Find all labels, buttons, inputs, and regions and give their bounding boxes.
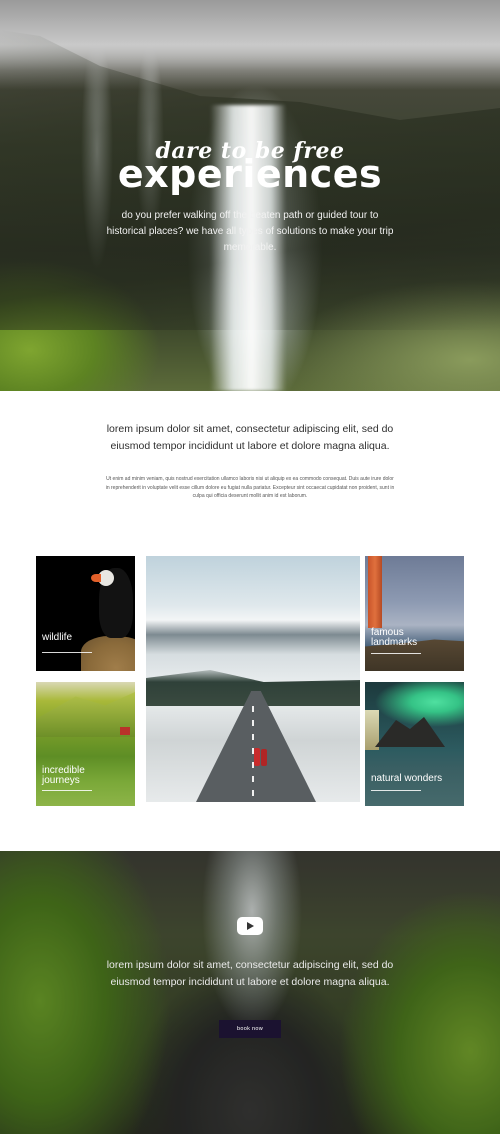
house-shape [120,727,130,735]
promo-shade [0,851,500,1134]
promo-section: lorem ipsum dolor sit amet, consectetur … [0,851,500,1134]
ice-shape [365,710,379,750]
caption-underline [42,652,92,653]
caption-underline [371,653,421,654]
gallery-tile-road[interactable] [146,556,360,802]
caption-underline [42,790,92,791]
iceberg-shape [375,717,445,747]
play-icon [247,922,254,930]
video-play-button[interactable] [237,917,263,935]
tile-caption-wildlife: wildlife [42,632,73,643]
traveler-figure [254,748,260,766]
gallery-tile-journeys[interactable]: incredible journeys [36,682,135,806]
lighthouse-shape [368,556,382,628]
caption-underline [371,790,421,791]
puffin-beak [91,574,101,582]
road-shape [196,691,316,802]
hero-title: experiences [117,152,383,196]
book-now-button[interactable]: book now [219,1020,281,1038]
gallery-tile-natural[interactable]: natural wonders [365,682,464,806]
promo-text: lorem ipsum dolor sit amet, consectetur … [106,959,394,988]
hero-subtitle: do you prefer walking off the beaten pat… [106,210,394,253]
intro-lead-text: lorem ipsum dolor sit amet, consectetur … [106,423,394,452]
rock-shape [81,636,135,671]
traveler-figure [261,749,267,766]
tile-caption-journeys-2: journeys [42,775,80,786]
tile-caption-natural: natural wonders [371,773,443,784]
gallery-tile-wildlife[interactable]: wildlife [36,556,135,671]
tile-caption-landmarks-2: landmarks [371,637,418,648]
gallery-tile-landmarks[interactable]: famous landmarks [365,556,464,671]
hero-section: dare to be free experiences do you prefe… [0,0,500,391]
intro-body-text: Ut enim ad minim veniam, quis nostrud ex… [105,476,395,499]
